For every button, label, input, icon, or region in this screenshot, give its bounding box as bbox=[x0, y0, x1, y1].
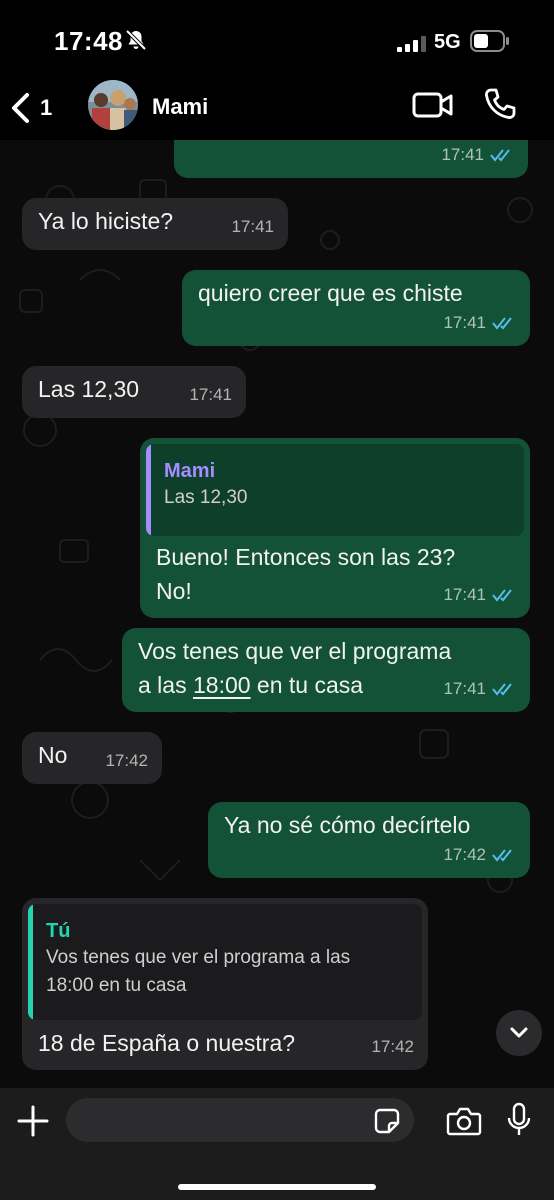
status-time: 17:48 bbox=[54, 26, 123, 56]
message-bubble-outgoing[interactable]: 17:41 bbox=[174, 140, 528, 178]
message-time: 17:42 bbox=[371, 1037, 414, 1056]
avatar[interactable] bbox=[88, 80, 138, 130]
message-text: quiero creer que es chiste bbox=[198, 280, 463, 306]
message-time: 17:41 bbox=[443, 585, 486, 604]
message-meta: 17:41 bbox=[231, 210, 274, 244]
message-bubble-outgoing[interactable]: Vos tenes que ver el programa a las 18:0… bbox=[122, 628, 530, 712]
message-meta: 17:42 bbox=[371, 1030, 414, 1064]
message-text: Ya lo hiciste? bbox=[38, 208, 174, 234]
message-meta: 17:42 bbox=[443, 838, 516, 872]
quote-text: Vos tenes que ver el programa a las 18:0… bbox=[46, 944, 350, 1000]
plus-icon[interactable] bbox=[16, 1104, 50, 1138]
chat-header: 1 Mami bbox=[0, 80, 554, 140]
quote-author: Tú bbox=[46, 920, 71, 942]
camera-icon[interactable] bbox=[446, 1106, 482, 1136]
double-check-read-icon bbox=[490, 149, 510, 162]
message-bubble-outgoing[interactable]: quiero creer que es chiste 17:41 bbox=[182, 270, 530, 346]
message-meta: 17:41 bbox=[443, 578, 516, 612]
phone-icon[interactable] bbox=[482, 86, 518, 122]
message-text-line: Vos tenes que ver el programa bbox=[138, 638, 452, 664]
contact-name[interactable]: Mami bbox=[152, 94, 208, 120]
message-bubble-incoming[interactable]: Ya lo hiciste? 17:41 bbox=[22, 198, 288, 250]
message-text: 18 de España o nuestra? bbox=[38, 1030, 296, 1056]
text-fragment: a las bbox=[138, 672, 193, 698]
message-bubble-incoming[interactable]: No 17:42 bbox=[22, 732, 162, 784]
message-time: 17:42 bbox=[443, 845, 486, 864]
message-meta: 17:41 bbox=[443, 672, 516, 706]
status-bar: 17:48 5G bbox=[0, 0, 554, 80]
message-bubble-outgoing[interactable]: Ya no sé cómo decírtelo 17:42 bbox=[208, 802, 530, 878]
message-time: 17:41 bbox=[443, 679, 486, 698]
quote-bar bbox=[146, 444, 151, 536]
message-input[interactable] bbox=[66, 1098, 414, 1142]
message-time: 17:41 bbox=[441, 145, 484, 164]
signal-icon bbox=[397, 36, 426, 52]
message-time: 17:41 bbox=[443, 313, 486, 332]
message-text: Ya no sé cómo decírtelo bbox=[224, 812, 471, 838]
message-meta: 17:41 bbox=[443, 306, 516, 340]
compose-bar bbox=[0, 1088, 554, 1200]
double-check-read-icon bbox=[492, 589, 512, 602]
chevron-left-icon bbox=[12, 93, 29, 123]
message-list[interactable]: 17:41 Ya lo hiciste? 17:41 quiero creer … bbox=[0, 140, 554, 1088]
double-check-read-icon bbox=[492, 683, 512, 696]
video-call-icon[interactable] bbox=[412, 90, 454, 120]
quote-bar bbox=[28, 904, 33, 1020]
message-text-line: Bueno! Entonces son las 23? bbox=[156, 544, 456, 570]
message-text: Las 12,30 bbox=[38, 376, 140, 402]
message-meta: 17:41 bbox=[441, 140, 514, 172]
quote-text: Las 12,30 bbox=[164, 487, 248, 508]
message-meta: 17:42 bbox=[105, 744, 148, 778]
back-button[interactable]: 1 bbox=[10, 88, 64, 128]
chevron-down-icon bbox=[510, 1027, 528, 1038]
message-bubble-incoming-reply[interactable]: Tú Vos tenes que ver el programa a las 1… bbox=[22, 898, 428, 1070]
quoted-message[interactable]: Mami Las 12,30 bbox=[146, 444, 524, 536]
microphone-icon[interactable] bbox=[506, 1102, 532, 1138]
message-bubble-outgoing-reply[interactable]: Mami Las 12,30 Bueno! Entonces son las 2… bbox=[140, 438, 530, 618]
unread-count: 1 bbox=[40, 95, 53, 120]
quote-text-line: Vos tenes que ver el programa a las bbox=[46, 947, 351, 968]
message-text-line: a las 18:00 en tu casa bbox=[138, 668, 451, 702]
message-time: 17:42 bbox=[105, 751, 148, 770]
network-type: 5G bbox=[434, 31, 461, 53]
message-text-line: No! bbox=[156, 578, 192, 604]
double-check-read-icon bbox=[492, 849, 512, 862]
sticker-icon[interactable] bbox=[374, 1108, 400, 1134]
quoted-message[interactable]: Tú Vos tenes que ver el programa a las 1… bbox=[28, 904, 422, 1020]
message-text: Bueno! Entonces son las 23? No! bbox=[156, 540, 455, 608]
avatar-photo bbox=[88, 80, 138, 130]
home-indicator bbox=[178, 1184, 376, 1190]
message-text: No bbox=[38, 742, 68, 768]
message-meta: 17:41 bbox=[189, 378, 232, 412]
message-text: Vos tenes que ver el programa a las 18:0… bbox=[138, 634, 451, 702]
time-link[interactable]: 18:00 bbox=[193, 672, 251, 698]
message-time: 17:41 bbox=[231, 217, 274, 236]
battery-icon bbox=[470, 30, 509, 52]
quote-author: Mami bbox=[164, 460, 216, 482]
message-time: 17:41 bbox=[189, 385, 232, 404]
message-bubble-incoming[interactable]: Las 12,30 17:41 bbox=[22, 366, 246, 418]
double-check-read-icon bbox=[492, 317, 512, 330]
quote-text-line: 18:00 en tu casa bbox=[46, 975, 187, 996]
scroll-to-bottom-button[interactable] bbox=[496, 1010, 542, 1056]
silent-bell-icon bbox=[125, 29, 147, 51]
text-fragment: en tu casa bbox=[250, 672, 364, 698]
